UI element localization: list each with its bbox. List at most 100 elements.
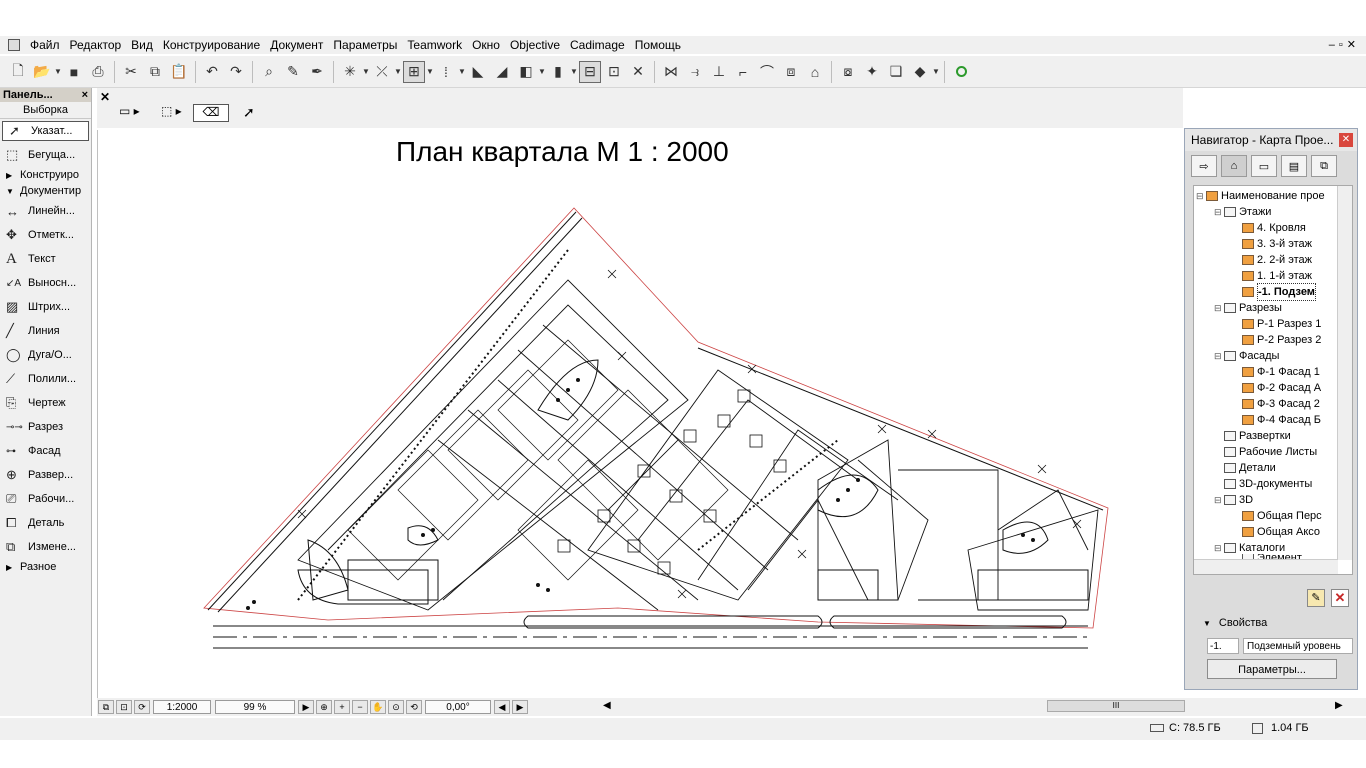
split-icon[interactable]: ⧈ xyxy=(780,61,802,83)
grid-display-caret[interactable]: ▼ xyxy=(458,67,466,76)
tool-interior-elevation[interactable]: ⊕ Развер... xyxy=(0,463,91,487)
section-document[interactable]: ▼ Документир xyxy=(0,183,91,199)
next-zoom-icon[interactable]: ▶ xyxy=(512,700,528,714)
tool-line[interactable]: ╱ Линия xyxy=(0,319,91,343)
model-view-icon[interactable]: ⊟ xyxy=(579,60,601,83)
marquee-mode-icon[interactable]: ⬚ ▸ xyxy=(161,104,191,122)
copy-icon[interactable]: ⧉ xyxy=(144,61,166,83)
save-icon[interactable]: ■ xyxy=(63,61,85,83)
tool-marquee[interactable]: ⬚ Бегуща... xyxy=(0,143,91,167)
new-view-icon[interactable]: ✎ xyxy=(1307,589,1325,607)
fillet-icon[interactable]: ⌐ xyxy=(732,61,754,83)
scroll-left-icon[interactable]: ◀ xyxy=(603,700,611,711)
tree-perspective[interactable]: Общая Перс xyxy=(1242,508,1322,524)
pen-set-caret[interactable]: ▼ xyxy=(570,67,578,76)
figure-icon[interactable]: ✦ xyxy=(861,61,883,83)
previous-zoom-icon[interactable]: ◀ xyxy=(494,700,510,714)
tree-section-1[interactable]: Р-1 Разрез 1 xyxy=(1242,316,1321,332)
snap-dropdown-caret[interactable]: ▼ xyxy=(362,67,370,76)
menu-view[interactable]: Вид xyxy=(127,36,159,54)
navigator-close-button[interactable]: ✕ xyxy=(1339,133,1353,147)
menu-objective[interactable]: Objective xyxy=(506,36,566,54)
tool-level[interactable]: ✥ Отметк... xyxy=(0,223,91,247)
tree-elevation-1[interactable]: Ф-1 Фасад 1 xyxy=(1242,364,1320,380)
tool-arc[interactable]: ◯ Дуга/О... xyxy=(0,343,91,367)
tree-sections[interactable]: ⊟ Разрезы xyxy=(1214,300,1282,316)
open-dropdown-caret[interactable]: ▼ xyxy=(54,67,62,76)
section-more[interactable]: ▶ Разное xyxy=(0,559,91,575)
pan-icon[interactable]: ✋ xyxy=(370,700,386,714)
curve-icon[interactable]: ⌒ xyxy=(756,61,778,83)
menu-window[interactable]: Окно xyxy=(468,36,506,54)
layers-icon[interactable]: ◧ xyxy=(515,61,537,83)
zoom-fit-icon[interactable]: ⊕ xyxy=(316,700,332,714)
properties-toggle[interactable]: ▼ Свойства xyxy=(1203,617,1267,629)
cut-icon[interactable]: ✂ xyxy=(120,61,142,83)
tree-elevation-4[interactable]: Ф-4 Фасад Б xyxy=(1242,412,1321,428)
eraser-mode-icon[interactable]: ⌫ xyxy=(193,104,229,122)
delete-icon[interactable]: ✕ xyxy=(1331,589,1349,607)
tool-detail[interactable]: ⧠ Деталь xyxy=(0,511,91,535)
menu-edit[interactable]: Редактор xyxy=(66,36,128,54)
play-icon[interactable]: ▶ xyxy=(298,700,314,714)
grid-dropdown-caret[interactable]: ▼ xyxy=(426,67,434,76)
trace-reference-icon[interactable]: ◢ xyxy=(491,61,513,83)
paste-icon[interactable]: 📋 xyxy=(168,61,190,83)
tree-story-4[interactable]: 4. Кровля xyxy=(1242,220,1306,236)
parameters-button[interactable]: Параметры... xyxy=(1207,659,1337,679)
app-icon[interactable] xyxy=(8,39,20,51)
story-index-field[interactable]: -1. xyxy=(1207,638,1239,654)
toolbox-close-button[interactable]: × xyxy=(82,88,88,102)
tool-drawing[interactable]: ⎘ Чертеж xyxy=(0,391,91,415)
tree-root[interactable]: ⊟ Наименование прое xyxy=(1196,188,1325,204)
menu-file[interactable]: Файл xyxy=(26,36,66,54)
project-map-tree[interactable]: ⊟ Наименование прое ⊟ Этажи 4. Кровля 3. 3… xyxy=(1193,185,1353,575)
arrow-pointer-icon[interactable]: ➚ xyxy=(243,104,255,121)
connect-icon[interactable]: ⋈ xyxy=(660,61,682,83)
tree-story-1[interactable]: 1. 1-й этаж xyxy=(1242,268,1312,284)
layout-book-icon[interactable]: ▤ xyxy=(1281,155,1307,177)
tool-polyline[interactable]: ⟋ Полили... xyxy=(0,367,91,391)
menu-design[interactable]: Конструирование xyxy=(159,36,266,54)
tree-section-2[interactable]: Р-2 Разрез 2 xyxy=(1242,332,1321,348)
paint-icon[interactable]: ◆ xyxy=(909,61,931,83)
fit-window-icon[interactable]: ⊙ xyxy=(388,700,404,714)
tool-pointer[interactable]: ➚ Указат... xyxy=(2,121,89,141)
grid-snap-icon[interactable]: ⊞ xyxy=(403,60,425,83)
zoom-field[interactable]: 99 % xyxy=(215,700,295,714)
zoom-out-icon[interactable]: − xyxy=(352,700,368,714)
new-file-icon[interactable]: 🗋 xyxy=(7,61,29,83)
tree-elevation-3[interactable]: Ф-3 Фасад 2 xyxy=(1242,396,1320,412)
angle-field[interactable]: 0,00° xyxy=(425,700,491,714)
tree-story-3[interactable]: 3. 3-й этаж xyxy=(1242,236,1312,252)
layer-combination-icon[interactable]: ⧉ xyxy=(98,700,114,714)
close-info-box-icon[interactable]: ✕ xyxy=(100,90,110,104)
tree-3d-documents[interactable]: 3D-документы xyxy=(1224,476,1312,492)
snap-icon[interactable]: ✳ xyxy=(339,61,361,83)
menu-document[interactable]: Документ xyxy=(266,36,329,54)
drawing-canvas[interactable]: План квартала М 1 : 2000 xyxy=(97,130,1183,698)
navigator-menu-icon[interactable]: ⇨ xyxy=(1191,155,1217,177)
grid-display-icon[interactable]: ⁞ xyxy=(435,61,457,83)
fill-mode-icon[interactable]: ▭ ▸ xyxy=(119,104,149,122)
tool-dimension[interactable]: ↔ Линейн... xyxy=(0,199,91,223)
tree-unfolds[interactable]: Развертки xyxy=(1224,428,1291,444)
tree-axonometry[interactable]: Общая Аксо xyxy=(1242,524,1320,540)
tree-elevation-2[interactable]: Ф-2 Фасад А xyxy=(1242,380,1321,396)
tree-3d[interactable]: ⊟ 3D xyxy=(1214,492,1253,508)
menu-help[interactable]: Помощь xyxy=(631,36,687,54)
tree-story-basement[interactable]: -1. Подзем xyxy=(1242,283,1316,301)
tree-details[interactable]: Детали xyxy=(1224,460,1276,476)
dimension-icon[interactable]: ⊡ xyxy=(603,61,625,83)
scroll-right-icon[interactable]: ▶ xyxy=(1335,700,1343,711)
tree-worksheets[interactable]: Рабочие Листы xyxy=(1224,444,1317,460)
display-icon[interactable]: ⊡ xyxy=(116,700,132,714)
publisher-icon[interactable]: ⧉ xyxy=(1311,155,1337,177)
layers-dropdown-caret[interactable]: ▼ xyxy=(538,67,546,76)
pen-set-icon[interactable]: ▮ xyxy=(547,61,569,83)
tree-vertical-scrollbar[interactable] xyxy=(1337,186,1352,560)
scale-field[interactable]: 1:2000 xyxy=(153,700,211,714)
site-plan-drawing[interactable] xyxy=(98,130,1184,698)
story-name-field[interactable]: Подземный уровень xyxy=(1243,638,1353,654)
find-select-icon[interactable]: ⌕ xyxy=(258,61,280,83)
